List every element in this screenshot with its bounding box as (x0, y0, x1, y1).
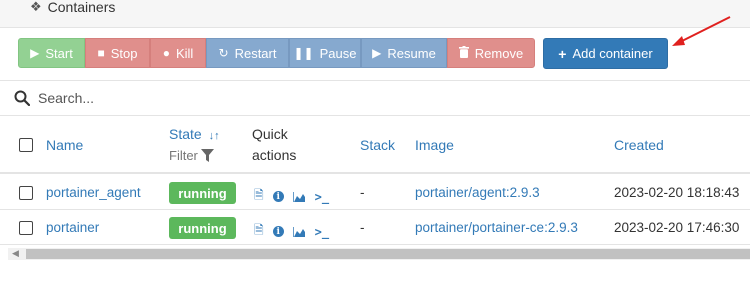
start-button[interactable]: ▶ Start (18, 38, 85, 68)
search-icon (14, 90, 30, 106)
column-quick-actions: Quick actions (252, 124, 296, 166)
stack-value: - (360, 185, 365, 200)
kill-label: Kill (175, 45, 194, 61)
image-link[interactable]: portainer/agent:2.9.3 (415, 185, 540, 200)
console-icon[interactable]: >_ (315, 190, 329, 204)
status-badge: running (169, 182, 236, 204)
page-title: Containers (47, 0, 116, 15)
stop-icon: ■ (97, 46, 105, 60)
pause-label: Pause (319, 45, 357, 61)
refresh-icon: ↻ (218, 46, 229, 60)
play-icon: ▶ (372, 46, 382, 60)
table-row: portainer running 🗎 i >_ - portainer/por… (0, 211, 750, 245)
remove-label: Remove (474, 45, 524, 61)
resume-button[interactable]: ▶ Resume (361, 38, 447, 68)
stop-button[interactable]: ■ Stop (85, 38, 150, 68)
status-badge: running (169, 217, 236, 239)
horizontal-scrollbar[interactable]: ◀ (8, 248, 750, 260)
created-value: 2023-02-20 18:18:43 (614, 185, 740, 200)
restart-button[interactable]: ↻ Restart (206, 38, 289, 68)
info-icon[interactable]: i (272, 226, 284, 237)
sort-alpha-icon: ↓↑ (208, 130, 220, 142)
page-header: ❖ Containers (0, 0, 750, 28)
select-all-checkbox[interactable] (19, 138, 33, 152)
image-link[interactable]: portainer/portainer-ce:2.9.3 (415, 220, 578, 235)
scroll-left-icon[interactable]: ◀ (12, 248, 19, 259)
stats-icon[interactable] (292, 226, 306, 237)
column-image[interactable]: Image (415, 137, 454, 153)
row-checkbox[interactable] (19, 186, 33, 200)
column-created[interactable]: Created (614, 137, 664, 153)
annotation-arrow (672, 16, 731, 46)
restart-label: Restart (234, 45, 277, 61)
add-container-button[interactable]: + Add container (543, 38, 668, 69)
pause-icon: ❚❚ (293, 46, 314, 60)
column-stack[interactable]: Stack (360, 137, 395, 153)
column-state-label: State (169, 126, 202, 142)
logs-icon[interactable]: 🗎 (254, 221, 264, 242)
created-value: 2023-02-20 17:46:30 (614, 220, 740, 235)
add-container-label: Add container (572, 46, 653, 61)
quick-actions: 🗎 i >_ (254, 221, 338, 242)
play-icon: ▶ (30, 46, 40, 60)
quick-actions-line2: actions (252, 147, 297, 163)
state-filter[interactable]: Filter (169, 148, 214, 163)
column-state[interactable]: State ↓↑ (169, 126, 220, 142)
pause-button[interactable]: ❚❚ Pause (289, 38, 361, 68)
container-name-link[interactable]: portainer_agent (46, 185, 141, 200)
filter-icon (200, 149, 214, 162)
quick-actions: 🗎 i >_ (254, 186, 338, 207)
table-header: Name State ↓↑ Filter Quick actions Stack… (0, 116, 750, 174)
remove-button[interactable]: Remove (447, 38, 535, 68)
stack-value: - (360, 220, 365, 235)
search-bar (0, 80, 750, 116)
quick-actions-line1: Quick (252, 126, 288, 142)
console-icon[interactable]: >_ (315, 225, 329, 239)
start-label: Start (45, 45, 73, 61)
stop-label: Stop (110, 45, 138, 61)
search-input[interactable] (38, 90, 538, 106)
state-filter-label: Filter (169, 148, 198, 163)
table-row: portainer_agent running 🗎 i >_ - portain… (0, 176, 750, 210)
logs-icon[interactable]: 🗎 (254, 186, 264, 207)
resume-label: Resume (387, 45, 436, 61)
bomb-icon: ● (162, 46, 170, 60)
column-name[interactable]: Name (46, 137, 83, 153)
plus-icon: + (558, 45, 567, 62)
stats-icon[interactable] (292, 191, 306, 202)
cubes-icon: ❖ (30, 0, 42, 14)
trash-icon (458, 45, 469, 61)
container-actions-toolbar: ▶ Start ■ Stop ● Kill ↻ Restart ❚❚ Pause… (18, 38, 535, 68)
info-icon[interactable]: i (272, 191, 284, 202)
row-checkbox[interactable] (19, 221, 33, 235)
container-name-link[interactable]: portainer (46, 220, 99, 235)
scrollbar-thumb[interactable] (26, 249, 750, 259)
kill-button[interactable]: ● Kill (150, 38, 206, 68)
